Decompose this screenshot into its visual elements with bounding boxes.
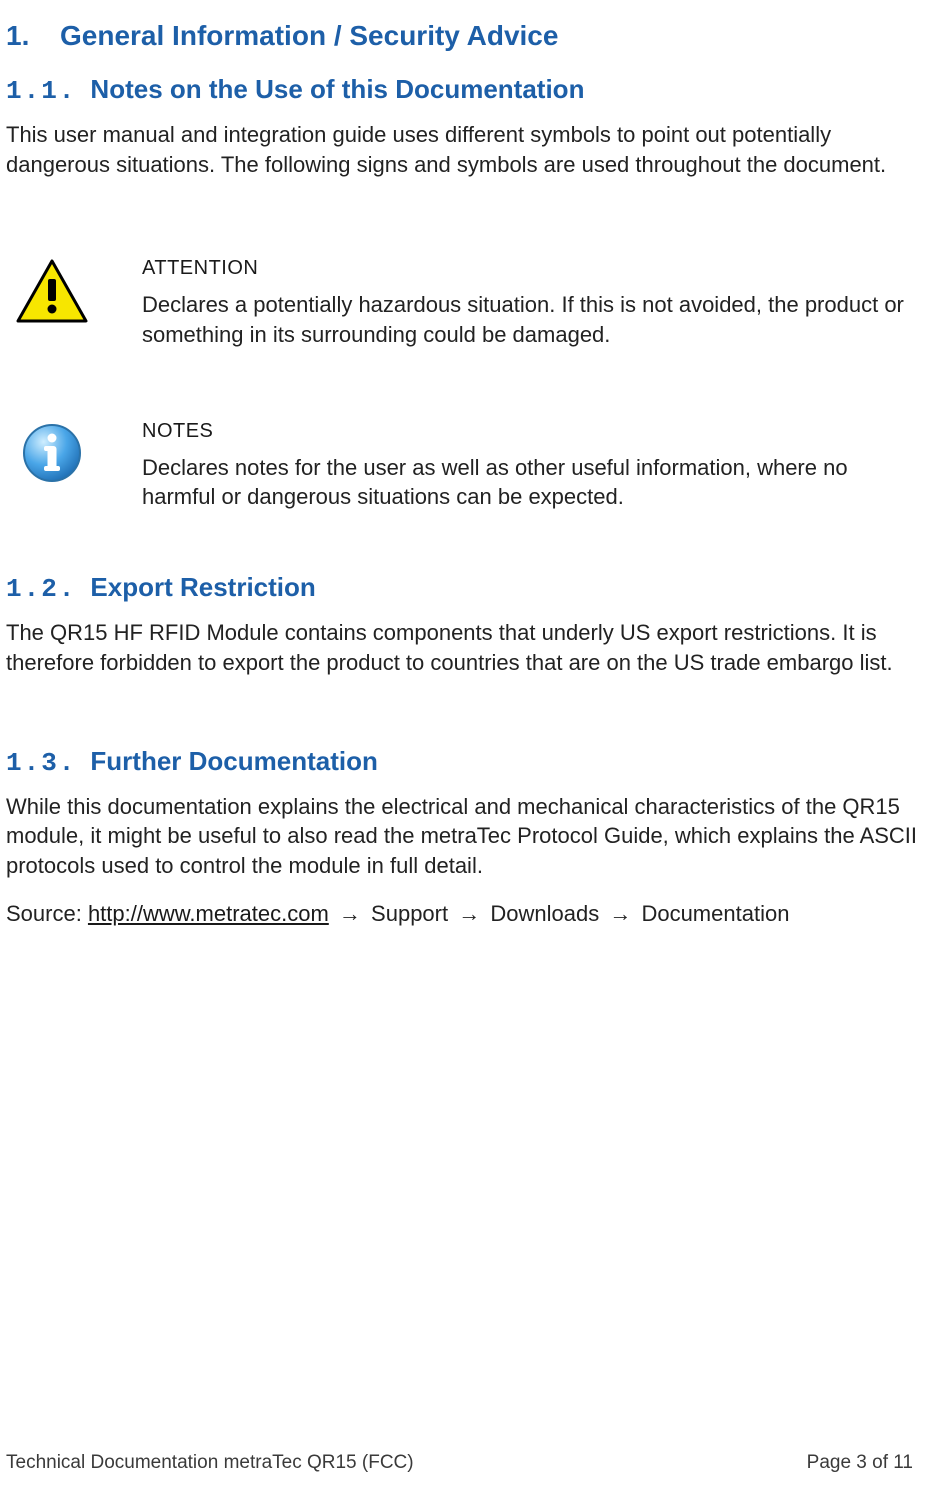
- heading-1-1-number: 1.1.: [6, 76, 76, 106]
- heading-1-1: 1.1. Notes on the Use of this Documentat…: [6, 74, 927, 106]
- heading-1-2: 1.2. Export Restriction: [6, 572, 927, 604]
- breadcrumb-downloads: Downloads: [490, 901, 599, 926]
- heading-1-title: General Information / Security Advice: [60, 20, 558, 52]
- heading-1-2-title: Export Restriction: [90, 572, 315, 603]
- notes-label: NOTES: [142, 420, 912, 443]
- footer-doc-title: Technical Documentation metraTec QR15 (F…: [6, 1452, 414, 1474]
- source-link[interactable]: http://www.metratec.com: [88, 901, 329, 926]
- page-footer: Technical Documentation metraTec QR15 (F…: [6, 1452, 913, 1474]
- breadcrumb-documentation: Documentation: [641, 901, 789, 926]
- heading-1-3-number: 1.3.: [6, 748, 76, 778]
- breadcrumb-support: Support: [371, 901, 448, 926]
- attention-label: ATTENTION: [142, 257, 912, 280]
- source-label: Source:: [6, 901, 88, 926]
- notes-callout: NOTES Declares notes for the user as wel…: [12, 420, 912, 512]
- attention-description: Declares a potentially hazardous situati…: [142, 290, 912, 349]
- heading-1-3: 1.3. Further Documentation: [6, 746, 927, 778]
- info-icon: [21, 422, 83, 489]
- source-line: Source: http://www.metratec.com → Suppor…: [6, 899, 927, 930]
- warning-triangle-icon: [16, 259, 88, 328]
- heading-1-1-title: Notes on the Use of this Documentation: [90, 74, 584, 105]
- heading-1-2-number: 1.2.: [6, 574, 76, 604]
- heading-1: 1. General Information / Security Advice: [6, 20, 927, 52]
- arrow-icon: →: [454, 899, 484, 930]
- attention-callout: ATTENTION Declares a potentially hazardo…: [12, 257, 912, 349]
- heading-1-3-title: Further Documentation: [90, 746, 377, 777]
- section-1-1-paragraph: This user manual and integration guide u…: [6, 120, 921, 179]
- heading-1-number: 1.: [6, 20, 42, 52]
- footer-page-number: Page 3 of 11: [807, 1452, 913, 1474]
- notes-description: Declares notes for the user as well as o…: [142, 453, 912, 512]
- arrow-icon: →: [335, 899, 365, 930]
- arrow-icon: →: [605, 899, 635, 930]
- section-1-3-paragraph: While this documentation explains the el…: [6, 792, 921, 881]
- section-1-2-paragraph: The QR15 HF RFID Module contains compone…: [6, 618, 921, 677]
